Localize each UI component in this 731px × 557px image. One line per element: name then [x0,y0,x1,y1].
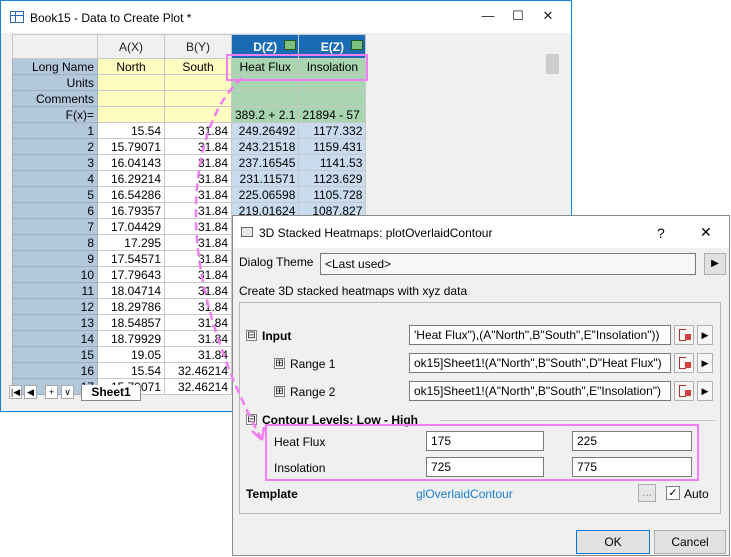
callout-arrow [194,77,266,441]
